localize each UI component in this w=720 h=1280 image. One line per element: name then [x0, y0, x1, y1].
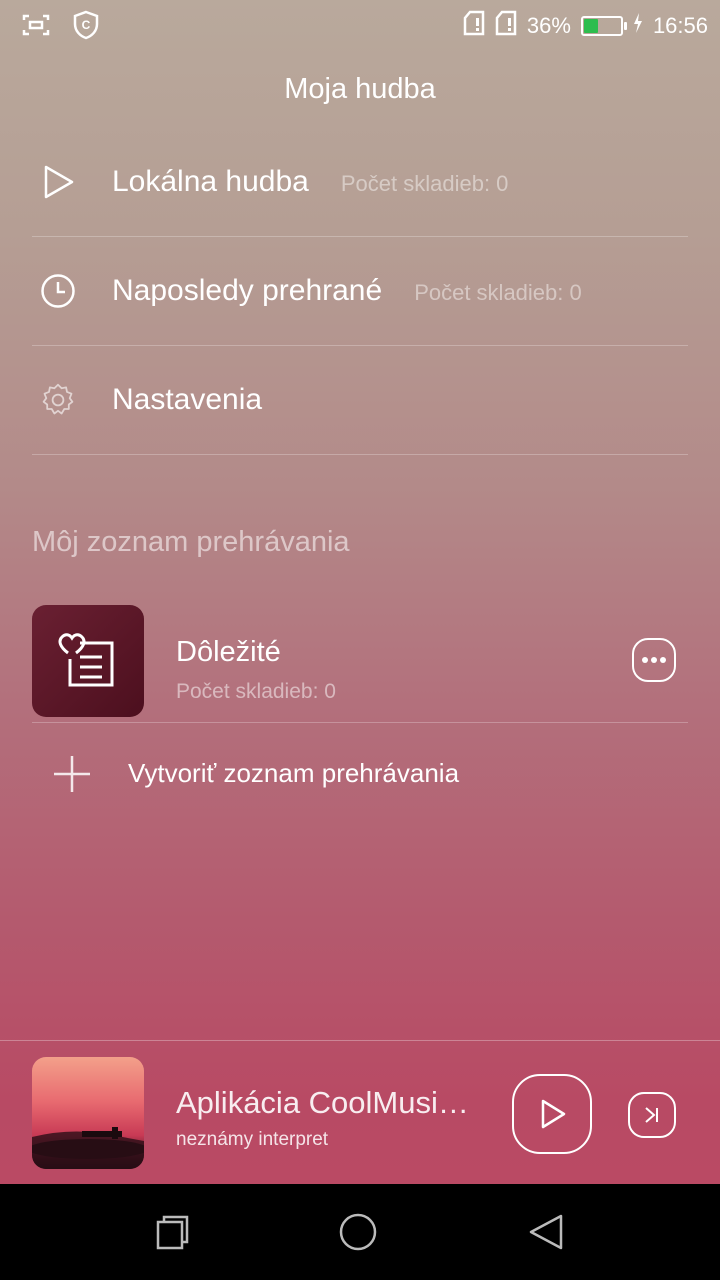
more-icon: [642, 657, 666, 663]
play-icon: [40, 164, 76, 200]
create-playlist-label: Vytvoriť zoznam prehrávania: [128, 758, 460, 788]
charging-icon: [633, 13, 643, 39]
section-title-playlists: Môj zoznam prehrávania: [32, 526, 350, 558]
album-cover: [32, 1057, 144, 1169]
sim-card-icon: [495, 10, 517, 42]
recents-button[interactable]: [152, 1212, 192, 1252]
svg-text:C: C: [82, 18, 91, 32]
track-count: Počet skladieb: 0: [340, 171, 509, 196]
main-menu: Lokálna hudba Počet skladieb: 0 Naposled…: [32, 128, 688, 455]
back-button[interactable]: [526, 1212, 566, 1252]
menu-item-label: Lokálna hudba: [112, 165, 309, 198]
clock-time: 16:56: [652, 13, 708, 38]
sim-card-icon: [463, 10, 485, 42]
back-icon: [529, 1214, 563, 1250]
track-artist: neznámy interpret: [176, 1129, 329, 1150]
system-nav-bar: [0, 1184, 720, 1280]
menu-item-recently-played[interactable]: Naposledy prehrané Počet skladieb: 0: [32, 237, 688, 346]
playlist-cover: [32, 605, 144, 717]
create-playlist-button[interactable]: Vytvoriť zoznam prehrávania: [32, 740, 688, 810]
skip-next-icon: [645, 1107, 658, 1123]
playlist-name: Dôležité: [176, 636, 281, 668]
recents-icon: [156, 1215, 189, 1250]
status-bar: C 36% 16:56: [0, 0, 720, 50]
play-button[interactable]: [512, 1074, 592, 1154]
battery-percent: 36%: [526, 13, 571, 38]
track-count: Počet skladieb: 0: [414, 280, 582, 305]
battery-level: [583, 19, 598, 33]
menu-item-label: Nastavenia: [112, 383, 263, 416]
heart-list-icon: [56, 629, 120, 694]
battery-icon: [580, 16, 627, 36]
clock-icon: [40, 273, 76, 309]
screenshot-icon: [22, 13, 50, 42]
home-button[interactable]: [338, 1212, 378, 1252]
more-options-button[interactable]: [632, 638, 676, 682]
home-icon: [339, 1213, 377, 1251]
menu-item-label: Naposledy prehrané: [112, 274, 383, 307]
now-playing-bar[interactable]: Aplikácia CoolMusi… neznámy interpret: [0, 1040, 720, 1185]
track-title: Aplikácia CoolMusi…: [176, 1085, 469, 1120]
next-track-button[interactable]: [628, 1092, 676, 1138]
playlist-item[interactable]: Dôležité Počet skladieb: 0: [32, 604, 688, 723]
menu-item-settings[interactable]: Nastavenia: [32, 346, 688, 455]
play-icon: [541, 1099, 566, 1129]
page-title: Moja hudba: [284, 73, 436, 105]
gear-icon: [40, 382, 76, 418]
plus-icon: [52, 754, 92, 794]
menu-item-local-music[interactable]: Lokálna hudba Počet skladieb: 0: [32, 128, 688, 237]
track-count: Počet skladieb: 0: [176, 680, 336, 703]
shield-icon: C: [72, 10, 100, 45]
